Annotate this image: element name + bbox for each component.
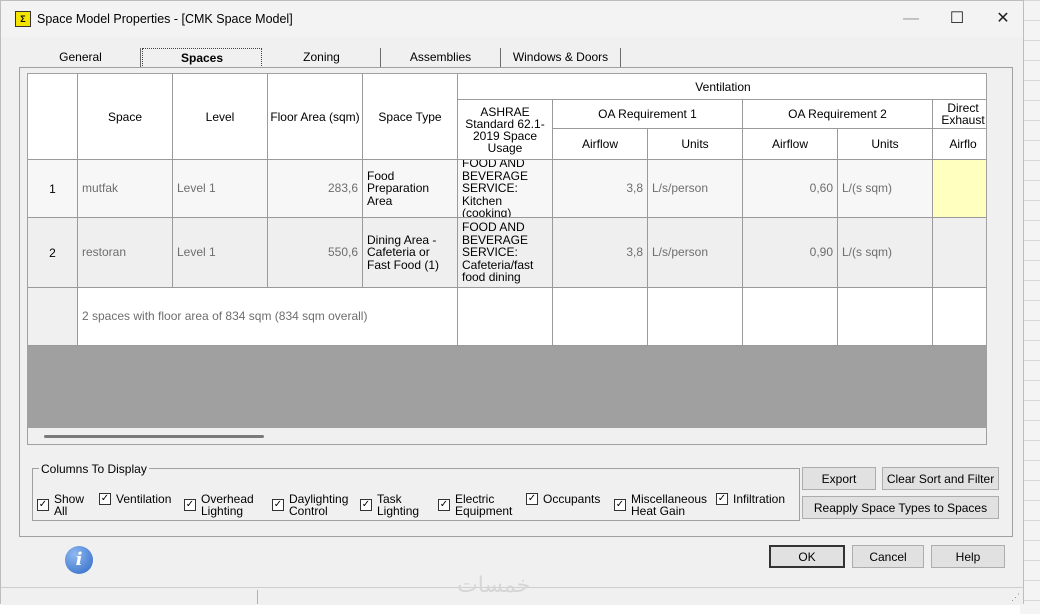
title-bar: Σ Space Model Properties - [CMK Space Mo…	[1, 1, 1023, 37]
info-icon[interactable]: i	[65, 546, 93, 574]
cell-exhaust-airflow[interactable]	[933, 218, 986, 288]
cell-floor-area[interactable]: 283,6	[268, 160, 363, 218]
header-oa2-airflow[interactable]: Airflow	[743, 129, 838, 160]
ok-button[interactable]: OK	[769, 545, 845, 568]
tab-spaces[interactable]: Spaces	[142, 48, 262, 68]
close-button[interactable]: ✕	[981, 7, 1025, 31]
summary-cell	[458, 288, 553, 346]
minimize-button[interactable]: —	[889, 7, 933, 31]
header-space-type[interactable]: Space Type	[363, 74, 458, 160]
cell-exhaust-airflow[interactable]	[933, 160, 986, 218]
row-number[interactable]: 2	[28, 218, 78, 288]
header-floor-area[interactable]: Floor Area (sqm)	[268, 74, 363, 160]
horizontal-scrollbar[interactable]	[28, 428, 986, 444]
header-oa2-units[interactable]: Units	[838, 129, 933, 160]
cell-space-type[interactable]: Food Preparation Area	[363, 160, 458, 218]
cell-space-usage[interactable]: FOOD AND BEVERAGE SERVICE: Cafeteria/fas…	[458, 218, 553, 288]
check-icon[interactable]: ✓	[614, 499, 626, 511]
header-ashrae-usage[interactable]: ASHRAE Standard 62.1-2019 Space Usage	[458, 100, 553, 160]
check-icon[interactable]: ✓	[184, 499, 196, 511]
columns-legend: Columns To Display	[39, 462, 149, 476]
checkbox-electric-equipment[interactable]: ✓ Electric Equipment	[438, 493, 512, 517]
cell-space[interactable]: mutfak	[78, 160, 173, 218]
status-separator	[257, 590, 258, 604]
tab-zoning[interactable]: Zoning	[263, 48, 381, 68]
reapply-space-types-button[interactable]: Reapply Space Types to Spaces	[802, 496, 999, 519]
cell-oa2-units[interactable]: L/(s sqm)	[838, 160, 933, 218]
help-button[interactable]: Help	[931, 545, 1005, 568]
grid-empty-area	[28, 346, 986, 428]
cell-oa2-airflow[interactable]: 0,90	[743, 218, 838, 288]
check-icon[interactable]: ✓	[360, 499, 372, 511]
cell-oa1-units[interactable]: L/s/person	[648, 160, 743, 218]
cell-oa1-airflow[interactable]: 3,8	[553, 160, 648, 218]
header-oa-requirement-1: OA Requirement 1	[553, 100, 743, 129]
summary-cell	[743, 288, 838, 346]
maximize-button[interactable]: ☐	[935, 7, 979, 31]
summary-cell	[838, 288, 933, 346]
watermark: خمسات	[457, 573, 531, 598]
cell-oa1-units[interactable]: L/s/person	[648, 218, 743, 288]
check-icon[interactable]: ✓	[438, 499, 450, 511]
cell-oa2-airflow[interactable]: 0,60	[743, 160, 838, 218]
checkbox-miscellaneous-heat-gain[interactable]: ✓ Miscellaneous Heat Gain	[614, 493, 707, 517]
summary-row-header	[28, 288, 78, 346]
columns-to-display-group: Columns To Display ✓ Show All ✓ Ventilation…	[32, 462, 800, 521]
cell-oa1-airflow[interactable]: 3,8	[553, 218, 648, 288]
app-icon: Σ	[15, 11, 31, 27]
header-level[interactable]: Level	[173, 74, 268, 160]
resize-grip-icon[interactable]: ⋰	[1011, 592, 1021, 602]
cell-space[interactable]: restoran	[78, 218, 173, 288]
check-icon[interactable]: ✓	[716, 493, 728, 505]
dialog-window: Σ Space Model Properties - [CMK Space Mo…	[0, 0, 1024, 605]
summary-cell	[553, 288, 648, 346]
checkbox-task-lighting[interactable]: ✓ Task Lighting	[360, 493, 419, 517]
summary-cell	[933, 288, 986, 346]
check-icon[interactable]: ✓	[37, 499, 49, 511]
checkbox-show-all[interactable]: ✓ Show All	[37, 493, 84, 517]
checkbox-overhead-lighting[interactable]: ✓ Overhead Lighting	[184, 493, 254, 517]
corner-header	[28, 74, 78, 160]
checkbox-occupants[interactable]: ✓ Occupants	[526, 493, 600, 505]
cell-space-type[interactable]: Dining Area - Cafeteria or Fast Food (1)	[363, 218, 458, 288]
cell-space-usage[interactable]: FOOD AND BEVERAGE SERVICE: Kitchen (cook…	[458, 160, 553, 218]
cancel-button[interactable]: Cancel	[852, 545, 924, 568]
tab-general[interactable]: General	[21, 48, 141, 68]
cell-level[interactable]: Level 1	[173, 218, 268, 288]
spaces-grid[interactable]: Space Level Floor Area (sqm) Space Type …	[27, 73, 987, 445]
row-number[interactable]: 1	[28, 160, 78, 218]
clear-sort-filter-button[interactable]: Clear Sort and Filter	[882, 467, 999, 490]
scrollbar-thumb[interactable]	[44, 435, 264, 438]
header-oa-requirement-2: OA Requirement 2	[743, 100, 933, 129]
check-icon[interactable]: ✓	[99, 493, 111, 505]
cell-level[interactable]: Level 1	[173, 160, 268, 218]
summary-cell	[648, 288, 743, 346]
checkbox-infiltration[interactable]: ✓ Infiltration	[716, 493, 785, 505]
cell-floor-area[interactable]: 550,6	[268, 218, 363, 288]
header-ventilation: Ventilation	[458, 74, 986, 100]
header-space[interactable]: Space	[78, 74, 173, 160]
summary-text: 2 spaces with floor area of 834 sqm (834…	[78, 288, 458, 346]
window-title: Space Model Properties - [CMK Space Mode…	[37, 12, 293, 26]
tab-assemblies[interactable]: Assemblies	[381, 48, 501, 68]
export-button[interactable]: Export	[802, 467, 876, 490]
cell-oa2-units[interactable]: L/(s sqm)	[838, 218, 933, 288]
header-direct-exhaust: Direct Exhaust	[933, 100, 986, 129]
tab-windows-doors[interactable]: Windows & Doors	[501, 48, 621, 68]
header-oa1-units[interactable]: Units	[648, 129, 743, 160]
header-oa1-airflow[interactable]: Airflow	[553, 129, 648, 160]
check-icon[interactable]: ✓	[272, 499, 284, 511]
check-icon[interactable]: ✓	[526, 493, 538, 505]
checkbox-ventilation[interactable]: ✓ Ventilation	[99, 493, 171, 505]
header-exhaust-airflow[interactable]: Airflo	[933, 129, 986, 160]
checkbox-daylighting-control[interactable]: ✓ Daylighting Control	[272, 493, 348, 517]
